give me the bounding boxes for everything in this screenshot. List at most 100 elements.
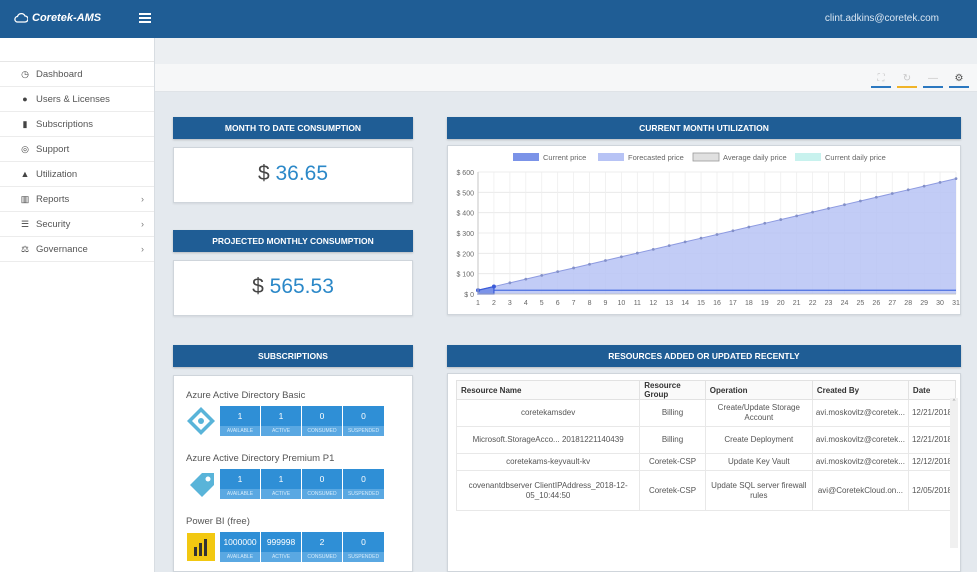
menu-icon[interactable] (138, 11, 152, 25)
stat-value: 1000000 (223, 537, 257, 547)
x-tick-label: 26 (872, 300, 880, 307)
forecast-point (683, 240, 687, 244)
sidebar-item-reports[interactable]: ▥ Reports › (0, 187, 154, 212)
sidebar-item-label: Subscriptions (36, 118, 94, 130)
x-tick-label: 3 (508, 300, 512, 307)
brand-logo[interactable]: Coretek-AMS (14, 12, 101, 24)
table-row[interactable]: coretekamsdev Billing Create/Update Storag… (455, 399, 957, 427)
sidebar-item-utilization[interactable]: ▲ Utilization (0, 162, 154, 187)
azure-tag-icon (186, 469, 216, 499)
sidebar-item-label: Reports (36, 193, 70, 205)
column-header[interactable]: Operation (704, 380, 813, 400)
sidebar: ◷ Dashboard ● Users & Licenses ▮ Subscription… (0, 38, 155, 572)
x-tick-label: 11 (634, 300, 641, 307)
mtd-panel-title: MONTH TO DATE CONSUMPTION (173, 117, 413, 139)
subscription-item[interactable]: Azure Active Directory Basic 1 AVAILABLE 1 A… (186, 390, 401, 436)
x-tick-label: 5 (540, 300, 544, 307)
stat-active: 999998 ACTIVE (261, 532, 302, 562)
stat-label: CONSUMED (302, 552, 342, 562)
x-tick-label: 9 (604, 300, 608, 307)
minimize-icon[interactable]: — (923, 70, 943, 88)
table-row[interactable]: covenantdbserver ClientIPAddress_2018-12… (455, 470, 957, 511)
stat-value: 0 (319, 411, 325, 421)
x-tick-label: 22 (809, 300, 817, 307)
area-chart-icon: ▲ (20, 169, 30, 179)
stat-value: 0 (361, 537, 366, 547)
gear-icon[interactable]: ⚙ (949, 70, 969, 88)
forecast-point (763, 221, 767, 225)
refresh-icon[interactable]: ↻ (897, 70, 917, 88)
subscription-stats-row: 1 AVAILABLE 1 ACTIVE 0 CONSUMED 0 SUSPENDED (186, 469, 384, 499)
stat-label: AVAILABLE (220, 426, 260, 436)
column-header[interactable]: Created By (811, 380, 909, 400)
resources-table: Resource Name Resource Group Operation Crea… (455, 380, 957, 511)
brand-name: Coretek-AMS (32, 12, 102, 24)
x-tick-label: 12 (649, 300, 657, 307)
projected-value: 565.53 (269, 275, 334, 298)
table-cell: avi@CoretekCloud.on... (811, 470, 909, 511)
forecast-point (922, 184, 926, 188)
sidebar-item-support[interactable]: ◎ Support (0, 137, 154, 162)
sidebar-item-security[interactable]: ☰ Security › (0, 212, 154, 237)
table-cell: Update Key Vault (704, 453, 813, 471)
stat-suspended: 0 SUSPENDED (343, 469, 384, 499)
sidebar-item-subscriptions[interactable]: ▮ Subscriptions (0, 112, 154, 137)
stat-consumed: 0 CONSUMED (302, 469, 343, 499)
subscription-stats: 1 AVAILABLE 1 ACTIVE 0 CONSUMED 0 SUSPENDED (220, 469, 384, 499)
subscription-name: Azure Active Directory Basic (186, 390, 306, 401)
x-tick-label: 29 (920, 300, 928, 307)
chevron-right-icon: › (141, 194, 144, 204)
projected-amount: $ 565.53 (174, 275, 412, 299)
x-tick-label: 21 (793, 300, 801, 307)
stat-value: 0 (361, 411, 366, 421)
stat-label: SUSPENDED (343, 552, 384, 562)
stat-label: ACTIVE (261, 489, 301, 499)
forecast-point (874, 195, 878, 199)
sidebar-item-governance[interactable]: ⚖ Governance › (0, 237, 154, 262)
forecast-point (811, 210, 814, 214)
forecast-point (604, 259, 607, 262)
chevron-right-icon: › (141, 219, 144, 229)
expand-icon[interactable]: ⛶ (871, 70, 891, 88)
user-email[interactable]: clint.adkins@coretek.com (825, 13, 939, 24)
x-tick-label: 30 (936, 300, 944, 307)
forecast-point (747, 225, 751, 229)
stat-value: 999998 (266, 537, 296, 547)
x-tick-label: 25 (857, 300, 865, 307)
stat-consumed: 0 CONSUMED (302, 406, 343, 436)
column-header[interactable]: Date (907, 380, 957, 400)
table-cell: 12/05/2018 (907, 470, 957, 511)
stat-consumed: 2 CONSUMED (302, 532, 343, 562)
sidebar-item-users-licenses[interactable]: ● Users & Licenses (0, 87, 154, 112)
chevron-right-icon: › (141, 244, 144, 254)
table-row[interactable]: coretekams-keyvault-kv Coretek-CSP Update … (455, 453, 957, 471)
dashboard-icon: ◷ (21, 68, 29, 79)
table-scrollbar[interactable] (950, 398, 958, 548)
utilization-panel-title: CURRENT MONTH UTILIZATION (447, 117, 961, 139)
power-bi-icon (186, 532, 216, 562)
scroll-up-icon[interactable]: ^ (950, 398, 958, 406)
forecast-point (667, 244, 671, 248)
sidebar-spacer (0, 38, 154, 62)
top-bar: Coretek-AMS clint.adkins@coretek.com (0, 0, 977, 38)
stat-value: 1 (237, 474, 243, 484)
x-tick-label: 14 (681, 300, 689, 307)
sidebar-item-label: Governance (36, 243, 88, 255)
x-tick-label: 27 (888, 300, 896, 307)
y-tick-label: $ 0 (464, 292, 474, 299)
subscription-item[interactable]: Power BI (free) 1000000 AVAILABLE 999998 ACT… (186, 516, 401, 562)
sidebar-item-label: Utilization (36, 168, 78, 180)
stat-label: ACTIVE (261, 426, 301, 436)
table-cell: Create/Update Storage Account (704, 399, 813, 427)
table-cell: coretekams-keyvault-kv (455, 453, 641, 471)
subscription-item[interactable]: Azure Active Directory Premium P1 1 AVAILA… (186, 453, 401, 499)
column-header[interactable]: Resource Group (639, 380, 706, 400)
mtd-amount: $ 36.65 (174, 162, 412, 186)
forecast-point (540, 273, 544, 277)
table-cell: 12/21/2018 (907, 399, 957, 427)
legend-label: Current price (543, 153, 586, 162)
table-row[interactable]: Microsoft.StorageAcco... 20181221140439 B… (455, 426, 957, 454)
column-header[interactable]: Resource Name (455, 380, 641, 400)
sidebar-item-dashboard[interactable]: ◷ Dashboard (0, 62, 154, 87)
forecast-point (906, 188, 910, 192)
